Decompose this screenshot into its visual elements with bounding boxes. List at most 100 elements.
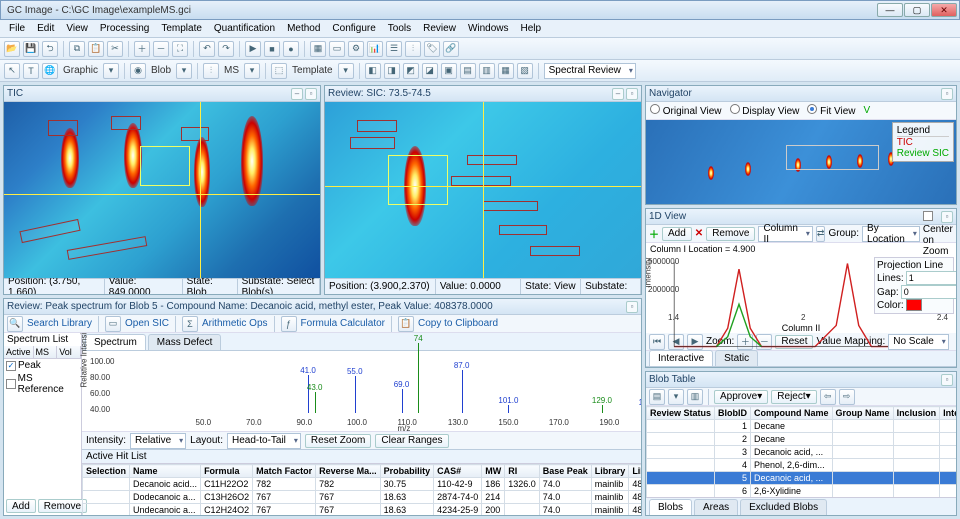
sort-icon[interactable]: ▾ [668, 389, 684, 405]
hit-row[interactable]: Undecanoic a...C12H24O276776718.634234-2… [83, 504, 642, 516]
record-icon[interactable]: ● [283, 41, 299, 57]
link-icon[interactable]: 🔗 [443, 41, 459, 57]
blob-row[interactable]: 3Decanoic acid, ...04.25 [647, 446, 957, 459]
tool-h-icon[interactable]: ▦ [498, 63, 514, 79]
reject-button[interactable]: Reject ▾ [771, 390, 816, 404]
dropdown-icon[interactable]: ▾ [103, 63, 119, 79]
navigator-map[interactable]: Legend TIC Review SIC [646, 120, 956, 204]
blob-icon[interactable]: ◉ [130, 63, 146, 79]
blob-row[interactable]: 4Phenol, 2,6-dim...02.70 [647, 459, 957, 472]
menu-processing[interactable]: Processing [95, 22, 154, 35]
spectrum-list-row[interactable]: MS Reference [4, 372, 81, 396]
spectrum-list-row[interactable]: ✓Peak [4, 359, 81, 372]
spectrum-tab[interactable]: Spectrum [85, 334, 146, 350]
open-sic-link[interactable]: Open SIC [125, 318, 169, 329]
tic-heatmap[interactable] [4, 102, 320, 278]
redo-icon[interactable]: ↷ [218, 41, 234, 57]
spectral-review-dropdown[interactable]: Spectral Review [544, 63, 636, 79]
restore-icon[interactable]: ▫ [626, 88, 638, 100]
tool-d-icon[interactable]: ◪ [422, 63, 438, 79]
blob-row[interactable]: 2Decane01.90 [647, 433, 957, 446]
sic-icon[interactable]: ▭ [105, 316, 121, 332]
menu-file[interactable]: File [4, 22, 30, 35]
hit-table[interactable]: SelectionNameFormulaMatch FactorReverse … [82, 464, 641, 515]
mass-defect-tab[interactable]: Mass Defect [148, 334, 222, 350]
arithmetic-link[interactable]: Arithmetic Ops [202, 318, 268, 329]
hit-row[interactable]: Decanoic acid...C11H22O278278230.75110-4… [83, 478, 642, 491]
dropdown-icon[interactable]: ▾ [244, 63, 260, 79]
blob-table[interactable]: Review StatusBlobIDCompound NameGroup Na… [646, 406, 956, 497]
sic-heatmap[interactable] [325, 102, 641, 278]
view1d-plot[interactable]: Intensity 5000000 2000000 1.4 2 2.4 Proj… [646, 255, 956, 323]
gap-input[interactable] [901, 285, 957, 299]
add-spectrum-button[interactable]: Add [6, 499, 36, 513]
dropdown-icon[interactable]: ▾ [176, 63, 192, 79]
value-mapping-dropdown[interactable]: No Scale [888, 334, 949, 350]
tool-e-icon[interactable]: ▣ [441, 63, 457, 79]
minimize-button[interactable]: — [877, 3, 903, 17]
tool-b-icon[interactable]: ◨ [384, 63, 400, 79]
blob-row[interactable]: 5Decanoic acid, ...04.90 [647, 472, 957, 485]
next-icon[interactable]: ⇨ [839, 389, 855, 405]
formula-icon[interactable]: ƒ [281, 316, 297, 332]
layout-dropdown[interactable]: Head-to-Tail [227, 433, 301, 449]
ms-icon[interactable]: ⫶ [203, 63, 219, 79]
paste-icon[interactable]: 📋 [88, 41, 104, 57]
clear-ranges-button[interactable]: Clear Ranges [375, 434, 448, 448]
window-icon[interactable]: ▭ [329, 41, 345, 57]
sync-icon[interactable]: ⇄ [816, 226, 826, 242]
restore-icon[interactable]: ▫ [941, 374, 953, 386]
tool-i-icon[interactable]: ▧ [517, 63, 533, 79]
calc-icon[interactable]: Σ [182, 316, 198, 332]
spectrum-icon[interactable]: ⫶ [405, 41, 421, 57]
tool-c-icon[interactable]: ◩ [403, 63, 419, 79]
zoom-in-icon[interactable]: ＋ [134, 41, 150, 57]
maximize-button[interactable]: ▢ [904, 3, 930, 17]
dropdown-icon[interactable]: ▾ [338, 63, 354, 79]
menu-windows[interactable]: Windows [463, 22, 514, 35]
zoom-out-icon[interactable]: － [153, 41, 169, 57]
back-icon[interactable]: ⮌ [42, 41, 58, 57]
menu-configure[interactable]: Configure [327, 22, 380, 35]
column-dropdown[interactable]: Column II [758, 226, 812, 242]
search-library-link[interactable]: Search Library [27, 318, 92, 329]
remove-spectrum-button[interactable]: Remove [38, 499, 87, 513]
zoom-fit-icon[interactable]: ⛶ [172, 41, 188, 57]
tool-f-icon[interactable]: ▤ [460, 63, 476, 79]
open-icon[interactable]: 📂 [4, 41, 20, 57]
add-button[interactable]: Add [662, 227, 692, 241]
menu-tools[interactable]: Tools [383, 22, 416, 35]
cut-icon[interactable]: ✂ [107, 41, 123, 57]
menu-help[interactable]: Help [516, 22, 547, 35]
group-dropdown[interactable]: By Location [862, 226, 920, 242]
close-button[interactable]: ✕ [931, 3, 957, 17]
copy-link[interactable]: Copy to Clipboard [418, 318, 498, 329]
collapse-icon[interactable]: – [612, 88, 624, 100]
grid-icon[interactable]: ▦ [310, 41, 326, 57]
copy-icon[interactable]: ⧉ [69, 41, 85, 57]
menu-review[interactable]: Review [418, 22, 461, 35]
clipboard-icon[interactable]: 📋 [398, 316, 414, 332]
menu-edit[interactable]: Edit [32, 22, 59, 35]
undo-icon[interactable]: ↶ [199, 41, 215, 57]
pointer-icon[interactable]: ↖ [4, 63, 20, 79]
tool-g-icon[interactable]: ▥ [479, 63, 495, 79]
restore-icon[interactable]: ▫ [305, 88, 317, 100]
approve-button[interactable]: Approve ▾ [714, 390, 768, 404]
excluded-tab[interactable]: Excluded Blobs [740, 499, 827, 515]
settings-icon[interactable]: ⚙ [348, 41, 364, 57]
reset-zoom-button[interactable]: Reset Zoom [305, 434, 371, 448]
blob-row[interactable]: 62,6-Xylidine03.15 [647, 485, 957, 498]
blob-row[interactable]: 1Decane02.65 [647, 420, 957, 433]
formula-link[interactable]: Formula Calculator [301, 318, 385, 329]
menu-template[interactable]: Template [156, 22, 207, 35]
play-icon[interactable]: ▶ [245, 41, 261, 57]
tag-icon[interactable]: 🏷 [424, 41, 440, 57]
save-icon[interactable]: 💾 [23, 41, 39, 57]
search-icon[interactable]: 🔍 [7, 316, 23, 332]
lines-input[interactable] [906, 271, 957, 285]
menu-quantification[interactable]: Quantification [209, 22, 280, 35]
blobs-tab[interactable]: Blobs [649, 499, 692, 515]
ms-plot[interactable]: Relative Intensity 41.043.055.069.07487.… [82, 351, 641, 431]
text-icon[interactable]: T [23, 63, 39, 79]
